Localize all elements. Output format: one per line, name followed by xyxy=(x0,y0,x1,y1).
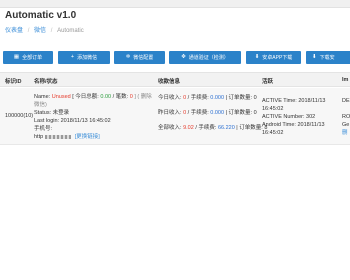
add-wechat-label: 添加微信 xyxy=(77,55,98,61)
col-header-active: 活跃 xyxy=(262,79,274,85)
add-wechat-button[interactable]: + 添加微信 xyxy=(58,51,110,64)
breadcrumb-separator: / xyxy=(50,28,53,34)
android-app-download-button[interactable]: ⬇ 安卓APP下载 xyxy=(246,51,301,64)
download-icon: ⬇ xyxy=(254,53,260,60)
im-line-2: RO xyxy=(342,114,350,120)
browser-top-strip xyxy=(0,0,350,8)
all-fee: 66.220 xyxy=(217,125,235,131)
status-value: 未登录 xyxy=(52,110,70,116)
gear-icon: ✲ xyxy=(125,53,131,60)
yesterday-income: 0 xyxy=(183,110,187,116)
plus-icon: + xyxy=(70,53,75,60)
android-time-value: 2018/11/13 xyxy=(297,122,325,128)
all-orders-button[interactable]: ▦ 全部订单 xyxy=(3,51,53,64)
yesterday-fee: 0.000 xyxy=(210,110,225,116)
delete-line-2: 微信) xyxy=(34,102,47,108)
table-row: 100000(10) Name: Unused [ 今日总额: 0.00 / 笔… xyxy=(0,88,350,145)
url-prefix: http xyxy=(34,134,44,140)
col-header-name-status: 名称/状态 xyxy=(34,79,58,85)
breadcrumb-separator: / xyxy=(27,28,30,34)
wechat-config-button[interactable]: ✲ 微信配置 xyxy=(114,51,165,64)
im-delete-link[interactable]: 删 xyxy=(342,129,348,137)
grid-icon: ▦ xyxy=(13,53,20,60)
active-number-line: ACTIVE Number: 302 xyxy=(262,114,316,120)
active-time-clock-line: 16:45:02 xyxy=(262,105,283,113)
today-fee: 0.000 xyxy=(210,95,225,101)
delete-link-2[interactable]: 微信 xyxy=(34,102,45,108)
wechat-config-label: 微信配置 xyxy=(133,55,154,61)
col-header-id: 标识ID xyxy=(5,79,22,85)
row-id: 100000(10) xyxy=(5,113,34,119)
breadcrumb: 仪表盘 / 微信 / Automatic xyxy=(5,25,84,34)
android-time-clock-line: 16:45:02 xyxy=(262,129,283,137)
active-number-value: 302 xyxy=(306,114,316,120)
masked-url xyxy=(45,134,72,139)
channel-verify-label: 通道验证（检测） xyxy=(188,55,229,61)
name-value: Unused xyxy=(51,94,71,100)
toolbar: ▦ 全部订单 + 添加微信 ✲ 微信配置 ✥ 通道验证（检测） ⬇ 安卓APP下… xyxy=(0,51,350,64)
channel-verify-button[interactable]: ✥ 通道验证（检测） xyxy=(169,51,241,64)
all-income: 9.02 xyxy=(183,125,194,131)
active-time-line: ACTIVE Time: 2018/11/13 xyxy=(262,98,326,104)
col-header-payment-info: 收款信息 xyxy=(158,79,181,85)
yesterday-income-line: 昨日收入: 0 / 手续费: 0.000 | 订单数量: 0 xyxy=(158,110,257,116)
today-total: 0.00 xyxy=(100,94,112,100)
all-orders-label: 全部订单 xyxy=(22,55,43,61)
move-icon: ✥ xyxy=(181,53,186,60)
status-line: Status: 未登录 xyxy=(34,110,70,116)
im-line-3: Ge xyxy=(342,122,350,128)
last-login-value: 2018/11/13 16:45:02 xyxy=(60,118,111,124)
name-line: Name: Unused [ 今日总额: 0.00 / 笔数: 0 ] ( 删除 xyxy=(34,94,152,100)
order-count: 0 xyxy=(129,94,133,100)
all-income-line: 全部收入: 9.02 / 手续费: 66.220 | 订单数量: 8 xyxy=(158,125,268,131)
url-line: http [更换链接] xyxy=(34,133,100,141)
table-header: 标识ID 名称/状态 收款信息 活跃 Im xyxy=(0,72,350,87)
android-time-clock: 16:45:02 xyxy=(262,130,284,136)
last-login-line: Last login: 2018/11/13 16:45:02 xyxy=(34,118,111,124)
download-partial-label: 下载安 xyxy=(319,55,335,61)
today-income: 0 xyxy=(183,95,187,101)
phone-line: 手机号: xyxy=(34,126,53,132)
breadcrumb-dashboard[interactable]: 仪表盘 xyxy=(5,28,23,34)
yesterday-orders: 0 xyxy=(253,110,257,116)
download-button-partial[interactable]: ⬇ 下载安 xyxy=(306,51,350,64)
breadcrumb-wechat[interactable]: 微信 xyxy=(34,28,46,34)
android-time-line: Android Time: 2018/11/13 xyxy=(262,122,325,128)
active-time-clock: 16:45:02 xyxy=(262,106,284,112)
breadcrumb-current: Automatic xyxy=(57,28,84,34)
page-title: Automatic v1.0 xyxy=(5,10,77,21)
im-line-1: DE xyxy=(342,98,350,104)
delete-link[interactable]: 删除 xyxy=(141,94,152,100)
change-link-button[interactable]: [更换链接] xyxy=(75,134,100,140)
download-icon: ⬇ xyxy=(312,53,317,60)
today-orders: 0 xyxy=(253,95,257,101)
today-income-line: 今日收入: 0 / 手续费: 0.000 | 订单数量: 0 xyxy=(158,95,257,101)
col-header-im: Im xyxy=(342,77,349,83)
active-time-value: 2018/11/13 xyxy=(298,98,326,104)
android-app-download-label: 安卓APP下载 xyxy=(262,55,293,61)
